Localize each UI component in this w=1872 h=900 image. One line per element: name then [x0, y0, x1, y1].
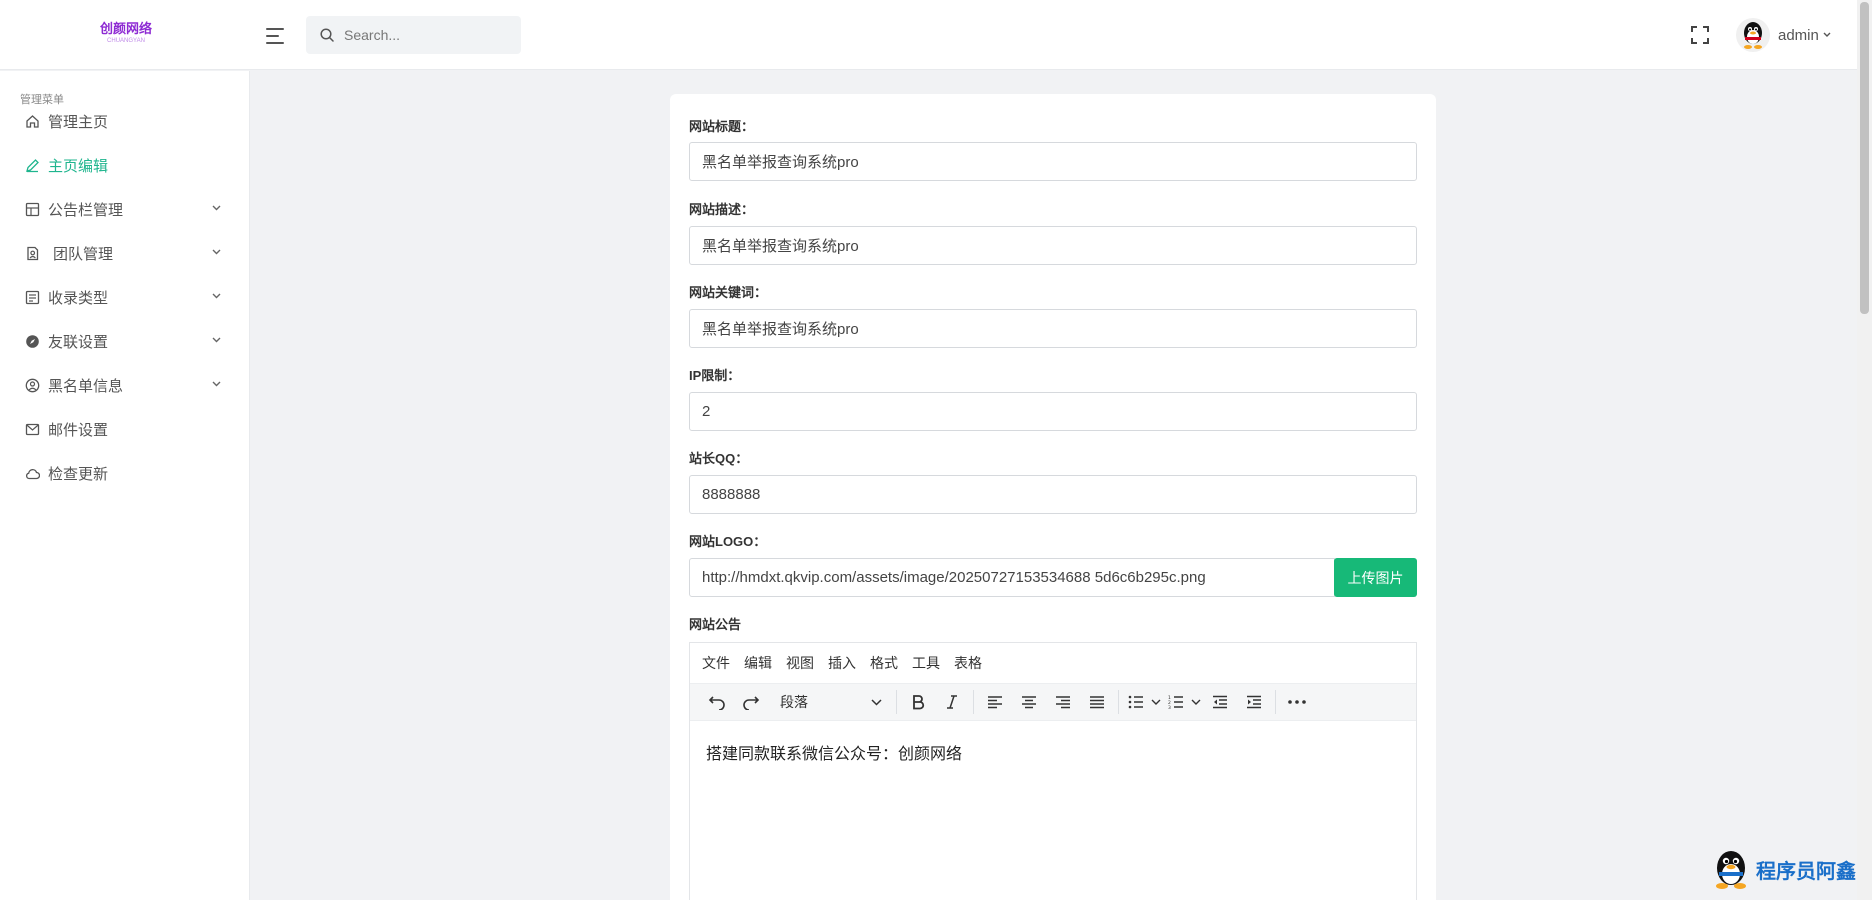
chevron-down-icon [1823, 32, 1831, 37]
sidebar-item-label: 收录类型 [48, 289, 109, 307]
chevron-down-icon [212, 293, 221, 299]
top-header: 创颜网络 CHUANGYAN admin [0, 0, 1857, 70]
menu-edit[interactable]: 编辑 [744, 653, 772, 673]
table-icon [25, 202, 40, 217]
home-icon [26, 115, 39, 128]
edit-icon [26, 159, 39, 173]
compass-icon [26, 335, 39, 348]
sidebar-item-label: 友联设置 [48, 333, 109, 351]
more-icon[interactable] [1280, 687, 1314, 717]
sidebar-item-label: 邮件设置 [48, 421, 109, 439]
admin-qq-label: 站长QQ： [689, 451, 749, 466]
site-description-input[interactable] [689, 226, 1417, 265]
sidebar-item-blacklist[interactable]: 黑名单信息 [0, 365, 250, 405]
align-justify-icon[interactable] [1080, 687, 1114, 717]
menu-tools[interactable]: 工具 [912, 653, 940, 673]
search-input[interactable] [344, 16, 514, 54]
chevron-down-icon [212, 249, 221, 255]
bullet-list-icon[interactable] [1123, 687, 1149, 717]
sidebar-item-home-edit[interactable]: 主页编辑 [0, 145, 250, 185]
align-right-icon[interactable] [1046, 687, 1080, 717]
sidebar-item-label: 团队管理 [53, 245, 114, 263]
admin-qq-input[interactable] [689, 475, 1417, 514]
site-description-label: 网站描述： [689, 202, 755, 217]
mail-icon [25, 423, 40, 436]
sidebar-item-home[interactable]: 管理主页 [0, 101, 250, 141]
watermark: 程序员阿鑫 [1710, 848, 1856, 890]
chevron-down-icon [212, 337, 221, 343]
notice-content: 搭建同款联系微信公众号：创颜网络 [706, 746, 963, 763]
avatar [1736, 18, 1770, 52]
site-keywords-input[interactable] [689, 309, 1417, 348]
page-scrollbar[interactable] [1857, 0, 1872, 900]
numbered-list-icon[interactable]: 123 [1163, 687, 1189, 717]
bold-icon[interactable] [901, 687, 935, 717]
sidebar-item-label: 公告栏管理 [48, 201, 124, 219]
rich-text-editor: 文件 编辑 视图 插入 格式 工具 表格 段落 1 2 3 搭建同款联系微信公众… [689, 642, 1417, 900]
watermark-text: 程序员阿鑫 [1756, 860, 1856, 883]
chevron-down-icon [871, 698, 882, 706]
site-notice-label: 网站公告 [689, 617, 742, 632]
brand-logo[interactable]: 创颜网络 CHUANGYAN [100, 22, 152, 50]
user-pin-icon [25, 378, 40, 393]
contact-icon [27, 246, 39, 261]
sidebar-item-notice[interactable]: 公告栏管理 [0, 189, 250, 229]
indent-icon[interactable] [1237, 687, 1271, 717]
block-format-select[interactable]: 段落 [768, 687, 892, 717]
logo-subtext: CHUANGYAN [107, 38, 145, 44]
bullet-list-dropdown-icon[interactable] [1149, 687, 1163, 717]
sidebar-item-label: 主页编辑 [48, 157, 109, 175]
align-center-icon[interactable] [1012, 687, 1046, 717]
sidebar-item-links[interactable]: 友联设置 [0, 321, 250, 361]
logo-text: 创颜网络 [100, 22, 153, 37]
menu-view[interactable]: 视图 [786, 653, 814, 673]
site-logo-input[interactable] [689, 558, 1335, 597]
upload-image-button[interactable]: 上传图片 [1334, 558, 1417, 597]
search-icon [320, 28, 334, 42]
search-box[interactable] [306, 16, 521, 54]
svg-text:3: 3 [1168, 705, 1171, 709]
cloud-icon [26, 469, 40, 480]
list-icon [25, 290, 40, 305]
align-left-icon[interactable] [978, 687, 1012, 717]
redo-icon[interactable] [734, 687, 768, 717]
scrollbar-thumb[interactable] [1860, 2, 1869, 314]
chevron-down-icon [212, 381, 221, 387]
user-menu[interactable]: admin [1736, 17, 1831, 53]
username: admin [1778, 26, 1819, 44]
settings-form-card: 网站标题： 网站描述： 网站关键词： IP限制： 站长QQ： 网站LOGO： 上… [670, 94, 1436, 900]
sidebar: 管理菜单 管理主页 主页编辑 公告栏管理 团队管理 收录类型 友联设置 黑名单信… [0, 71, 250, 900]
sidebar-item-team[interactable]: 团队管理 [0, 233, 250, 273]
editor-menubar: 文件 编辑 视图 插入 格式 工具 表格 [690, 643, 1416, 683]
sidebar-item-category[interactable]: 收录类型 [0, 277, 250, 317]
fullscreen-icon[interactable] [1690, 25, 1710, 45]
site-title-label: 网站标题： [689, 119, 755, 134]
ip-limit-label: IP限制： [689, 368, 741, 383]
ip-limit-input[interactable] [689, 392, 1417, 431]
menu-toggle-icon[interactable] [266, 25, 288, 45]
editor-toolbar: 段落 1 2 3 [690, 683, 1416, 721]
menu-insert[interactable]: 插入 [828, 653, 856, 673]
editor-content[interactable]: 搭建同款联系微信公众号：创颜网络 [690, 721, 1416, 783]
italic-icon[interactable] [935, 687, 969, 717]
sidebar-item-mail[interactable]: 邮件设置 [0, 409, 250, 449]
block-format-value: 段落 [780, 694, 808, 710]
undo-icon[interactable] [700, 687, 734, 717]
numbered-list-dropdown-icon[interactable] [1189, 687, 1203, 717]
sidebar-item-label: 管理主页 [48, 113, 109, 131]
sidebar-item-label: 黑名单信息 [48, 377, 124, 395]
sidebar-item-label: 检查更新 [48, 465, 109, 483]
menu-format[interactable]: 格式 [870, 653, 898, 673]
site-keywords-label: 网站关键词： [689, 285, 768, 300]
chevron-down-icon [212, 205, 221, 211]
outdent-icon[interactable] [1203, 687, 1237, 717]
sidebar-item-update[interactable]: 检查更新 [0, 453, 250, 493]
site-title-input[interactable] [689, 142, 1417, 181]
menu-table[interactable]: 表格 [954, 653, 982, 673]
site-logo-label: 网站LOGO： [689, 534, 767, 549]
menu-file[interactable]: 文件 [702, 653, 730, 673]
penguin-icon [1716, 851, 1746, 889]
